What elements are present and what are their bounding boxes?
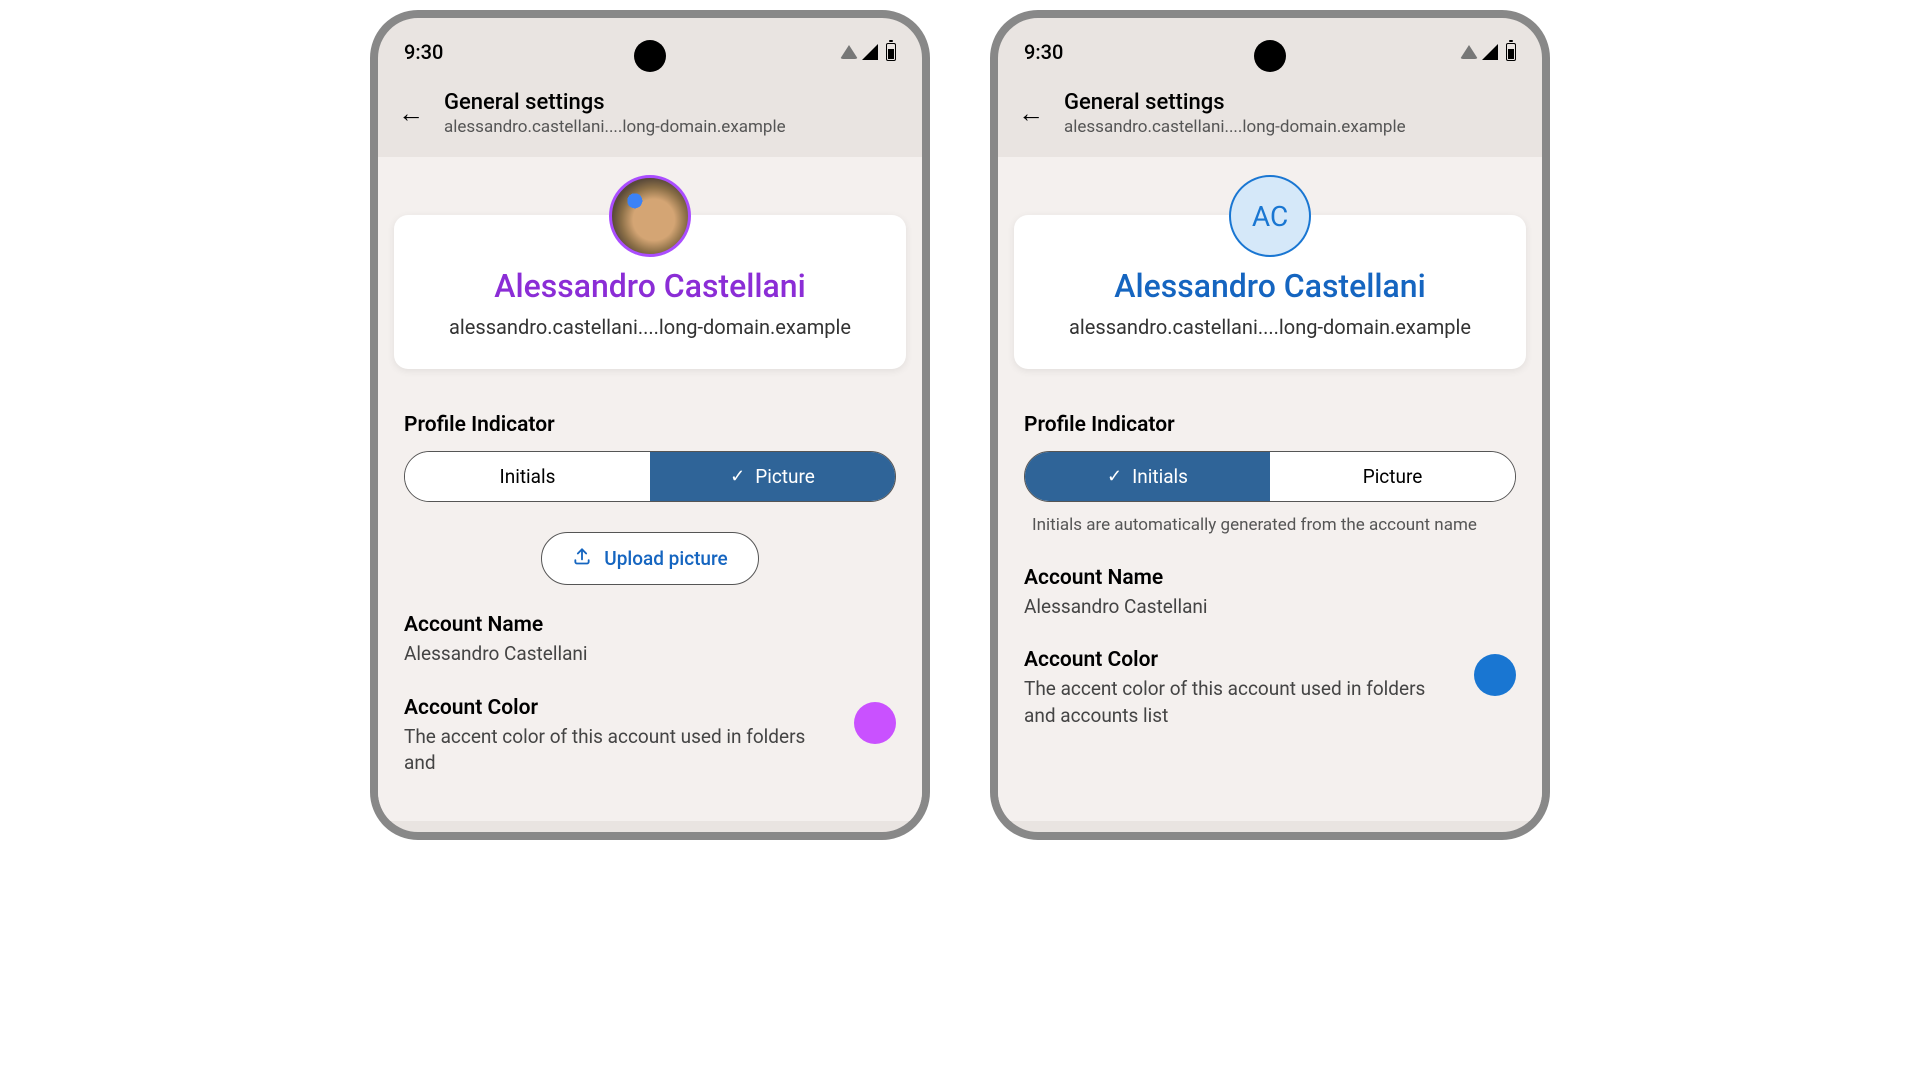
- initials-helper-text: Initials are automatically generated fro…: [1024, 514, 1516, 538]
- toggle-initials-label: Initials: [500, 465, 556, 488]
- upload-icon: [572, 546, 592, 571]
- account-color-label: Account Color: [1024, 648, 1458, 672]
- battery-icon: [886, 43, 896, 61]
- toggle-picture-label: Picture: [1363, 465, 1423, 488]
- header-subtitle: alessandro.castellani....long-domain.exa…: [1064, 117, 1406, 137]
- signal-icon: [1482, 44, 1498, 60]
- toggle-initials-button[interactable]: ✓ Initials: [1025, 452, 1270, 501]
- back-arrow-icon[interactable]: ←: [398, 98, 424, 129]
- account-name-label: Account Name: [404, 613, 896, 637]
- app-header: ← General settings alessandro.castellani…: [998, 82, 1542, 157]
- account-name-value: Alessandro Castellani: [404, 641, 896, 668]
- avatar-picture[interactable]: [609, 175, 691, 257]
- profile-indicator-toggle: ✓ Initials Picture: [1024, 451, 1516, 502]
- account-color-desc: The accent color of this account used in…: [1024, 676, 1458, 729]
- account-name-value: Alessandro Castellani: [1024, 594, 1516, 621]
- profile-name: Alessandro Castellani: [1032, 267, 1508, 305]
- battery-icon: [1506, 43, 1516, 61]
- toggle-picture-button[interactable]: Picture: [1270, 452, 1515, 501]
- wifi-icon: [840, 45, 858, 59]
- upload-picture-button[interactable]: Upload picture: [541, 532, 758, 585]
- account-color-label: Account Color: [404, 696, 838, 720]
- camera-punch-hole: [634, 40, 666, 72]
- app-header: ← General settings alessandro.castellani…: [378, 82, 922, 157]
- toggle-picture-label: Picture: [755, 465, 815, 488]
- camera-punch-hole: [1254, 40, 1286, 72]
- account-color-desc: The accent color of this account used in…: [404, 724, 838, 777]
- toggle-picture-button[interactable]: ✓ Picture: [650, 452, 895, 501]
- header-title: General settings: [444, 90, 786, 115]
- toggle-initials-label: Initials: [1132, 465, 1188, 488]
- header-title: General settings: [1064, 90, 1406, 115]
- back-arrow-icon[interactable]: ←: [1018, 98, 1044, 129]
- profile-email: alessandro.castellani....long-domain.exa…: [412, 315, 888, 339]
- avatar-initials[interactable]: AC: [1229, 175, 1311, 257]
- check-icon: ✓: [1107, 466, 1122, 487]
- header-subtitle: alessandro.castellani....long-domain.exa…: [444, 117, 786, 137]
- upload-picture-label: Upload picture: [604, 547, 727, 570]
- signal-icon: [862, 44, 878, 60]
- profile-name: Alessandro Castellani: [412, 267, 888, 305]
- phone-mockup-initials: 9:30 ← General settings alessandro.caste…: [990, 10, 1550, 840]
- wifi-icon: [1460, 45, 1478, 59]
- status-time: 9:30: [404, 40, 443, 64]
- status-icons: [1460, 43, 1516, 61]
- status-icons: [840, 43, 896, 61]
- profile-email: alessandro.castellani....long-domain.exa…: [1032, 315, 1508, 339]
- phone-mockup-picture: 9:30 ← General settings alessandro.caste…: [370, 10, 930, 840]
- account-color-swatch[interactable]: [854, 702, 896, 744]
- check-icon: ✓: [730, 466, 745, 487]
- account-color-row[interactable]: Account Color The accent color of this a…: [1024, 648, 1516, 729]
- account-color-swatch[interactable]: [1474, 654, 1516, 696]
- profile-indicator-label: Profile Indicator: [1024, 413, 1516, 437]
- account-color-row[interactable]: Account Color The accent color of this a…: [404, 696, 896, 777]
- account-name-label: Account Name: [1024, 566, 1516, 590]
- status-time: 9:30: [1024, 40, 1063, 64]
- profile-indicator-toggle: Initials ✓ Picture: [404, 451, 896, 502]
- avatar-initials-text: AC: [1252, 200, 1288, 233]
- profile-indicator-label: Profile Indicator: [404, 413, 896, 437]
- toggle-initials-button[interactable]: Initials: [405, 452, 650, 501]
